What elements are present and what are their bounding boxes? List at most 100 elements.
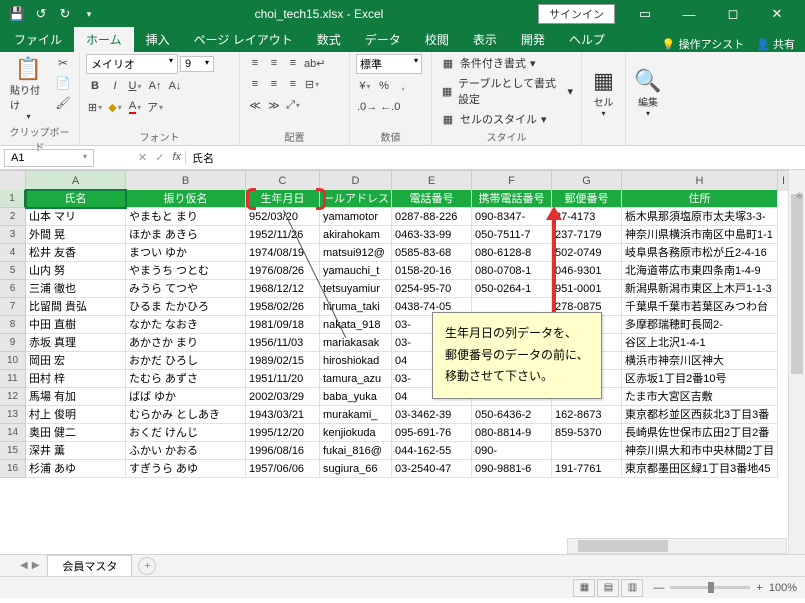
data-cell[interactable]: なかた なおき bbox=[126, 316, 246, 334]
data-cell[interactable]: 080-0708-1 bbox=[472, 262, 552, 280]
row-header[interactable]: 8 bbox=[0, 316, 26, 334]
row-header[interactable]: 3 bbox=[0, 226, 26, 244]
data-cell[interactable]: 090-9881-6 bbox=[472, 460, 552, 478]
data-cell[interactable]: 2002/03/29 bbox=[246, 388, 320, 406]
data-cell[interactable]: ふかい かおる bbox=[126, 442, 246, 460]
data-cell[interactable]: murakami_ bbox=[320, 406, 392, 424]
italic-button[interactable]: I bbox=[106, 77, 124, 95]
data-cell[interactable]: 新潟県新潟市東区上木戸1-1-3 bbox=[622, 280, 778, 298]
column-header[interactable]: H bbox=[622, 171, 778, 191]
data-cell[interactable]: ほかま あきら bbox=[126, 226, 246, 244]
data-cell[interactable]: kenjiokuda bbox=[320, 424, 392, 442]
row-header[interactable]: 16 bbox=[0, 460, 26, 478]
conditional-formatting-button[interactable]: ▦条件付き書式 ▾ bbox=[438, 54, 538, 72]
increase-indent-button[interactable]: ≫ bbox=[265, 96, 283, 114]
data-cell[interactable]: 1952/11/26 bbox=[246, 226, 320, 244]
borders-button[interactable]: ⊞▾ bbox=[86, 98, 104, 116]
data-cell[interactable]: 田村 梓 bbox=[26, 370, 126, 388]
cell-styles-button[interactable]: ▦セルのスタイル ▾ bbox=[438, 110, 549, 128]
data-cell[interactable]: 1968/12/12 bbox=[246, 280, 320, 298]
editing-dropdown[interactable]: 🔍編集▾ bbox=[630, 66, 665, 120]
data-cell[interactable]: 多摩郡瑞穂町長岡2- bbox=[622, 316, 778, 334]
data-cell[interactable]: 095-691-76 bbox=[392, 424, 472, 442]
increase-font-button[interactable]: A↑ bbox=[146, 77, 164, 95]
tab-insert[interactable]: 挿入 bbox=[134, 27, 182, 52]
increase-decimal-button[interactable]: .0→ bbox=[356, 98, 378, 116]
paste-button[interactable]: 📋 貼り付け ▾ bbox=[6, 54, 51, 123]
data-cell[interactable]: 1989/02/15 bbox=[246, 352, 320, 370]
data-cell[interactable]: 162-8673 bbox=[552, 406, 622, 424]
data-cell[interactable]: 千葉県千葉市若葉区みつわ台 bbox=[622, 298, 778, 316]
format-as-table-button[interactable]: ▦テーブルとして書式設定 ▾ bbox=[438, 74, 575, 108]
number-format-select[interactable]: 標準▾ bbox=[356, 54, 422, 74]
zoom-out-button[interactable]: — bbox=[653, 582, 664, 594]
align-left-button[interactable]: ≡ bbox=[246, 75, 264, 93]
data-cell[interactable]: 080-8814-9 bbox=[472, 424, 552, 442]
row-header[interactable]: 15 bbox=[0, 442, 26, 460]
copy-button[interactable]: 📄 bbox=[53, 74, 73, 92]
save-icon[interactable]: ↺ bbox=[30, 3, 52, 25]
data-cell[interactable]: すぎうら あゆ bbox=[126, 460, 246, 478]
qat-dropdown-icon[interactable]: ▾ bbox=[78, 3, 100, 25]
view-pagebreak-button[interactable]: ▥ bbox=[621, 579, 643, 597]
data-cell[interactable]: たま市大宮区吉敷 bbox=[622, 388, 778, 406]
tab-data[interactable]: データ bbox=[353, 27, 413, 52]
accounting-button[interactable]: ¥▾ bbox=[356, 77, 374, 95]
row-header[interactable]: 9 bbox=[0, 334, 26, 352]
data-cell[interactable]: 090- bbox=[472, 442, 552, 460]
underline-button[interactable]: U▾ bbox=[126, 77, 144, 95]
undo-icon[interactable]: ↻ bbox=[54, 3, 76, 25]
share-button[interactable]: 👤 共有 bbox=[756, 36, 795, 52]
row-header[interactable]: 14 bbox=[0, 424, 26, 442]
data-cell[interactable]: おかだ ひろし bbox=[126, 352, 246, 370]
data-cell[interactable]: 090-8347- bbox=[472, 208, 552, 226]
data-cell[interactable]: mariakasak bbox=[320, 334, 392, 352]
data-cell[interactable]: 1981/09/18 bbox=[246, 316, 320, 334]
font-size-select[interactable]: 9▾ bbox=[180, 56, 214, 72]
cancel-formula-icon[interactable]: ✕ bbox=[138, 151, 147, 164]
data-cell[interactable]: 杉浦 あゆ bbox=[26, 460, 126, 478]
data-cell[interactable]: 東京都墨田区緑1丁目3番地45 bbox=[622, 460, 778, 478]
ribbon-display-icon[interactable]: ▭ bbox=[623, 0, 667, 28]
data-cell[interactable]: 27-4173 bbox=[552, 208, 622, 226]
data-cell[interactable]: 03-3462-39 bbox=[392, 406, 472, 424]
data-cell[interactable]: 松井 友香 bbox=[26, 244, 126, 262]
column-header[interactable]: F bbox=[472, 171, 552, 191]
decrease-font-button[interactable]: A↓ bbox=[166, 77, 184, 95]
row-header[interactable]: 4 bbox=[0, 244, 26, 262]
data-cell[interactable]: 東京都杉並区西荻北3丁目3番 bbox=[622, 406, 778, 424]
data-cell[interactable]: むらかみ としあき bbox=[126, 406, 246, 424]
tell-me[interactable]: 💡 操作アシスト bbox=[662, 36, 744, 52]
column-header[interactable]: G bbox=[552, 171, 622, 191]
data-cell[interactable]: 050-6436-2 bbox=[472, 406, 552, 424]
align-right-button[interactable]: ≡ bbox=[284, 75, 302, 93]
data-cell[interactable]: 山本 マリ bbox=[26, 208, 126, 226]
data-cell[interactable]: みうら てつや bbox=[126, 280, 246, 298]
data-cell[interactable]: nakata_918 bbox=[320, 316, 392, 334]
data-cell[interactable]: 0585-83-68 bbox=[392, 244, 472, 262]
data-cell[interactable]: やまもと まり bbox=[126, 208, 246, 226]
align-center-button[interactable]: ≡ bbox=[265, 75, 283, 93]
data-cell[interactable]: akirahokam bbox=[320, 226, 392, 244]
merge-button[interactable]: ⊟▾ bbox=[303, 75, 321, 93]
data-cell[interactable]: 長崎県佐世保市広田2丁目2番 bbox=[622, 424, 778, 442]
column-header[interactable]: A bbox=[26, 171, 126, 191]
orientation-button[interactable]: ⤢▾ bbox=[284, 96, 302, 114]
row-header[interactable]: 6 bbox=[0, 280, 26, 298]
data-cell[interactable]: 区赤坂1丁目2番10号 bbox=[622, 370, 778, 388]
phonetic-button[interactable]: ア▾ bbox=[146, 98, 164, 116]
vertical-scrollbar[interactable] bbox=[788, 170, 805, 554]
data-cell[interactable]: 1995/12/20 bbox=[246, 424, 320, 442]
signin-button[interactable]: サインイン bbox=[538, 4, 615, 24]
align-bottom-button[interactable]: ≡ bbox=[284, 54, 302, 72]
data-cell[interactable]: 岡田 宏 bbox=[26, 352, 126, 370]
data-cell[interactable]: 外間 晃 bbox=[26, 226, 126, 244]
column-header[interactable]: D bbox=[320, 171, 392, 191]
sheet-nav-next[interactable]: ▶ bbox=[32, 560, 40, 571]
header-cell[interactable]: 氏名 bbox=[26, 190, 126, 208]
autosave-icon[interactable]: 💾 bbox=[6, 3, 28, 25]
data-cell[interactable]: 谷区上北沢1-4-1 bbox=[622, 334, 778, 352]
data-cell[interactable]: 1974/08/19 bbox=[246, 244, 320, 262]
header-cell[interactable]: 生年月日 bbox=[246, 190, 320, 208]
zoom-level[interactable]: 100% bbox=[769, 582, 797, 594]
